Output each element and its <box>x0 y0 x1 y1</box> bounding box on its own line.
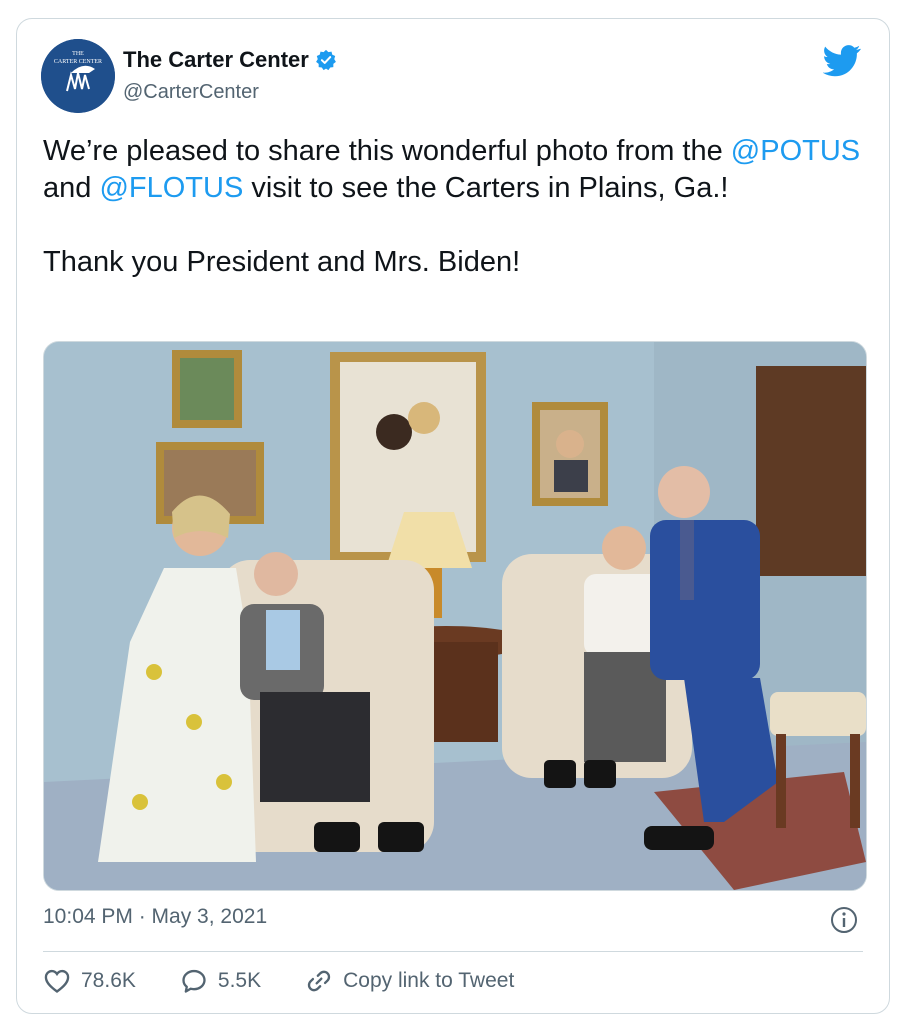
tweet-text-part2: and <box>43 172 100 204</box>
speech-bubble-icon <box>182 969 206 993</box>
account-avatar[interactable]: THE CARTER CENTER <box>41 39 115 113</box>
avatar-text-line1: THE <box>72 51 84 57</box>
tweet-photo[interactable] <box>43 341 867 891</box>
tweet-text-part3: visit to see the Carters in Plains, Ga.! <box>243 172 729 204</box>
info-icon[interactable] <box>829 905 859 935</box>
reply-button[interactable]: 5.5K <box>180 967 261 995</box>
tweet-paragraph-2: Thank you President and Mrs. Biden! <box>43 246 521 278</box>
mention-potus-link[interactable]: @POTUS <box>731 135 860 167</box>
verified-badge-icon <box>315 49 336 71</box>
tweet-paragraph-1: We’re pleased to share this wonderful ph… <box>43 133 873 207</box>
tweet-actions: 78.6K 5.5K Copy link to Tweet <box>43 967 558 995</box>
mention-flotus-link[interactable]: @FLOTUS <box>99 172 243 204</box>
copy-link-button[interactable]: Copy link to Tweet <box>305 967 514 995</box>
tweet-text-part1: We’re pleased to share this wonderful ph… <box>43 135 731 167</box>
heart-icon <box>44 969 70 993</box>
carter-center-logo: THE CARTER CENTER <box>41 39 115 113</box>
like-button[interactable]: 78.6K <box>43 967 136 995</box>
account-handle[interactable]: @CarterCenter <box>123 81 259 104</box>
twitter-bird-icon[interactable] <box>823 45 861 77</box>
account-name-row[interactable]: The Carter Center <box>123 47 337 73</box>
tweet-card[interactable]: THE CARTER CENTER The Carter Center @Car… <box>16 18 890 1014</box>
copy-link-label: Copy link to Tweet <box>343 969 515 992</box>
like-count: 78.6K <box>81 969 136 992</box>
account-name[interactable]: The Carter Center <box>123 47 309 73</box>
tweet-timestamp[interactable]: 10:04 PM · May 3, 2021 <box>43 905 267 929</box>
reply-count: 5.5K <box>217 969 262 992</box>
tweet-text: We’re pleased to share this wonderful ph… <box>43 133 873 281</box>
avatar-text-line2: CARTER CENTER <box>54 59 102 65</box>
divider <box>43 951 863 952</box>
link-icon <box>307 970 331 992</box>
photo-illustration <box>44 342 866 890</box>
